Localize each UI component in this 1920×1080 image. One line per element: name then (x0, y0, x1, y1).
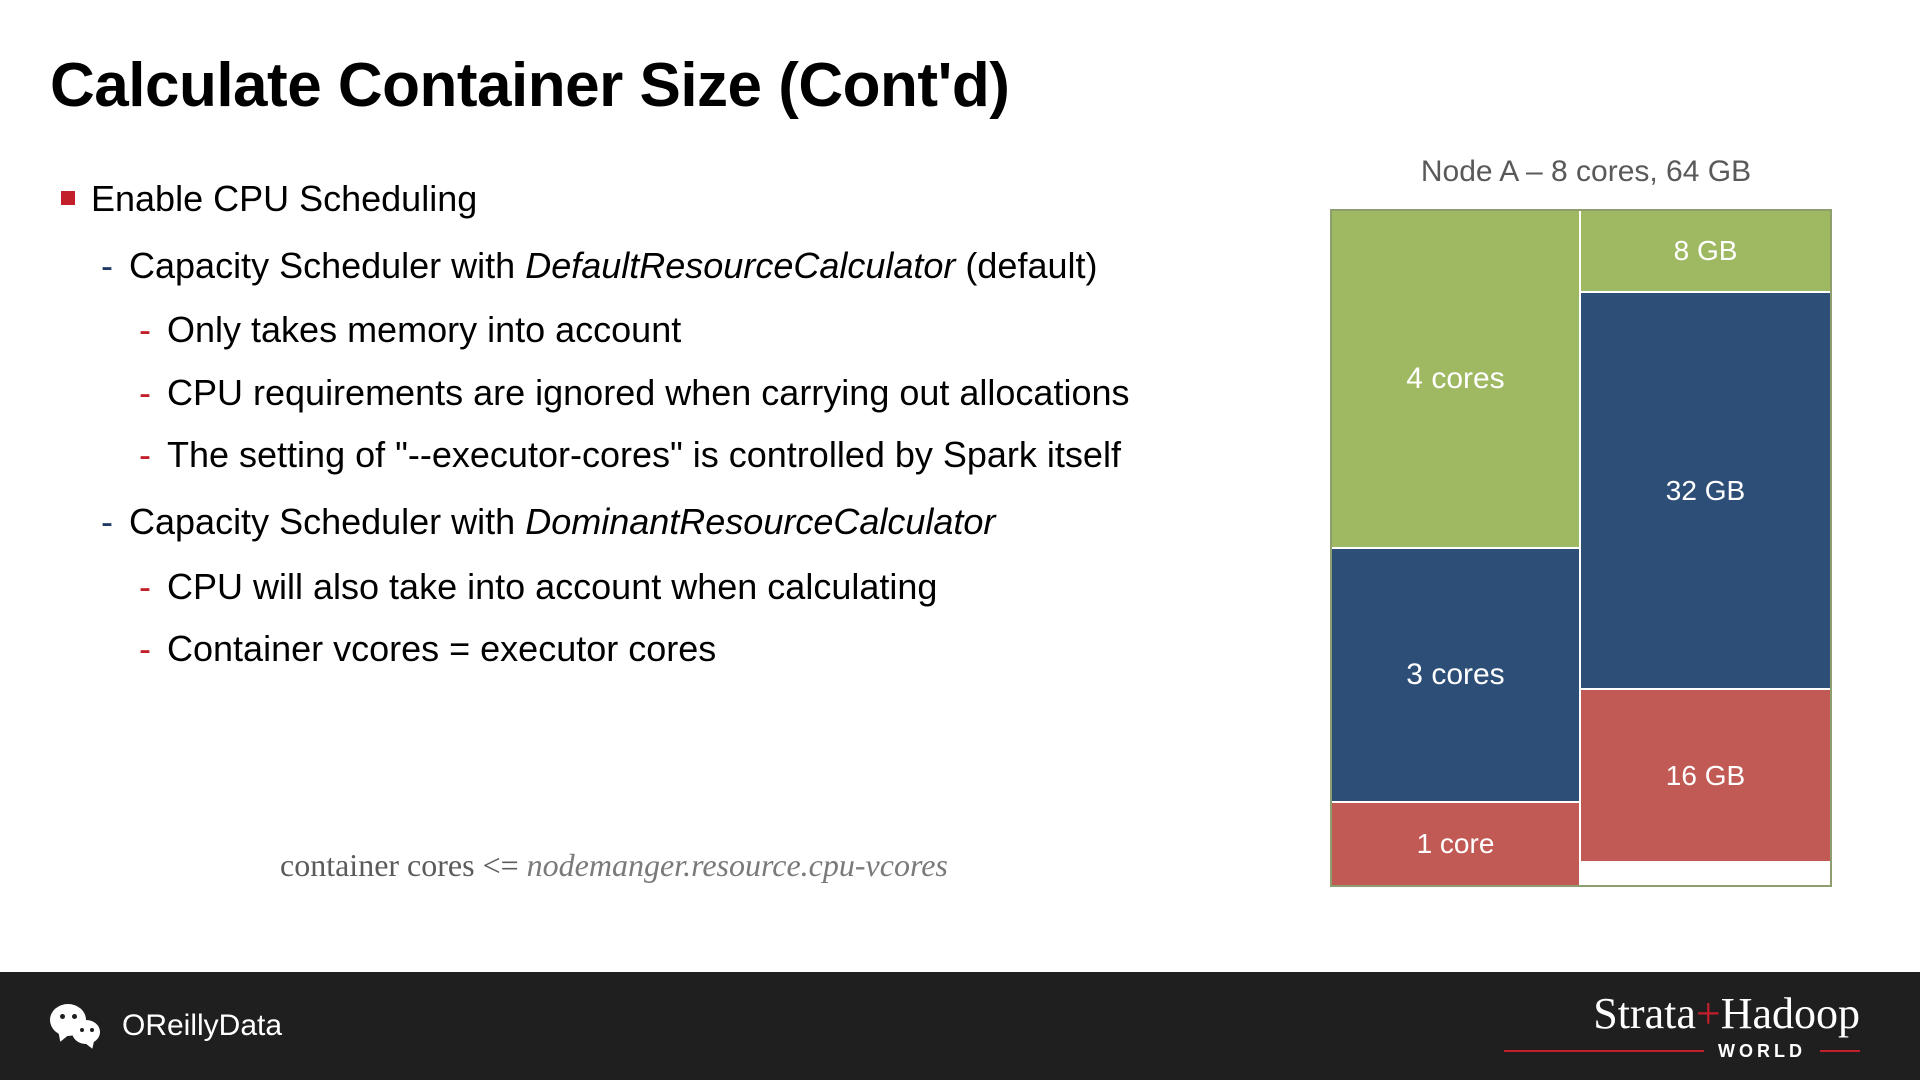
diagram-title: Node A – 8 cores, 64 GB (1330, 155, 1842, 189)
diagram-cell: 3 cores (1332, 549, 1579, 804)
diagram-cell: 16 GB (1581, 690, 1830, 863)
diagram-col-memory: 8 GB 32 GB 16 GB (1581, 211, 1830, 885)
bullet-text: Only takes memory into account (167, 309, 681, 350)
bullet-emph: DominantResourceCalculator (525, 501, 995, 542)
bullet-lvl3: CPU requirements are ignored when carryi… (129, 369, 1259, 418)
bullet-emph: DefaultResourceCalculator (525, 245, 955, 286)
logo-subtext: WORLD (1718, 1042, 1806, 1060)
node-diagram: Node A – 8 cores, 64 GB 4 cores 3 cores … (1330, 155, 1842, 887)
formula-rhs: nodemanger.resource.cpu-vcores (527, 847, 948, 883)
bullet-lvl3: Container vcores = executor cores (129, 625, 1259, 674)
logo-rule (1504, 1050, 1704, 1052)
diagram-cell: 8 GB (1581, 211, 1830, 293)
conference-logo: Strata+Hadoop WORLD (1504, 992, 1860, 1060)
content-area: Enable CPU Scheduling Capacity Scheduler… (55, 175, 1315, 694)
bullet-text: Enable CPU Scheduling (91, 178, 477, 219)
diagram-cell: 32 GB (1581, 293, 1830, 690)
bullet-text: Container vcores = executor cores (167, 628, 716, 669)
footer-left: OReillyData (48, 998, 282, 1054)
logo-part-strata: Strata (1593, 989, 1696, 1038)
bullet-lvl3: CPU will also take into account when cal… (129, 563, 1259, 612)
bullet-lvl3: The setting of "--executor-cores" is con… (129, 431, 1259, 480)
formula-lhs: container cores <= (280, 847, 527, 883)
formula: container cores <= nodemanger.resource.c… (280, 847, 948, 884)
diagram-cell: 4 cores (1332, 211, 1579, 549)
diagram-cell: 1 core (1332, 803, 1579, 885)
bullet-text: (default) (955, 245, 1097, 286)
logo-part-hadoop: Hadoop (1721, 989, 1860, 1038)
slide-title: Calculate Container Size (Cont'd) (50, 50, 1009, 121)
bullet-lvl2: Capacity Scheduler with DefaultResourceC… (91, 242, 1315, 480)
bullet-text: The setting of "--executor-cores" is con… (167, 434, 1121, 475)
bullet-lvl1: Enable CPU Scheduling Capacity Scheduler… (55, 175, 1315, 674)
diagram-col-cores: 4 cores 3 cores 1 core (1332, 211, 1581, 885)
slide: Calculate Container Size (Cont'd) Enable… (0, 0, 1920, 1080)
diagram-cell-empty (1581, 863, 1830, 885)
bullet-text: CPU requirements are ignored when carryi… (167, 372, 1130, 413)
footer: OReillyData Strata+Hadoop WORLD (0, 972, 1920, 1080)
diagram-grid: 4 cores 3 cores 1 core 8 GB 32 GB 16 GB (1330, 209, 1832, 887)
bullet-text: Capacity Scheduler with (129, 501, 525, 542)
bullet-lvl3: Only takes memory into account (129, 306, 1259, 355)
social-handle: OReillyData (122, 1009, 282, 1043)
logo-rule (1820, 1050, 1860, 1052)
logo-plus: + (1696, 989, 1721, 1038)
bullet-lvl2: Capacity Scheduler with DominantResource… (91, 498, 1315, 674)
bullet-text: Capacity Scheduler with (129, 245, 525, 286)
bullet-text: CPU will also take into account when cal… (167, 566, 937, 607)
wechat-icon (48, 998, 104, 1054)
